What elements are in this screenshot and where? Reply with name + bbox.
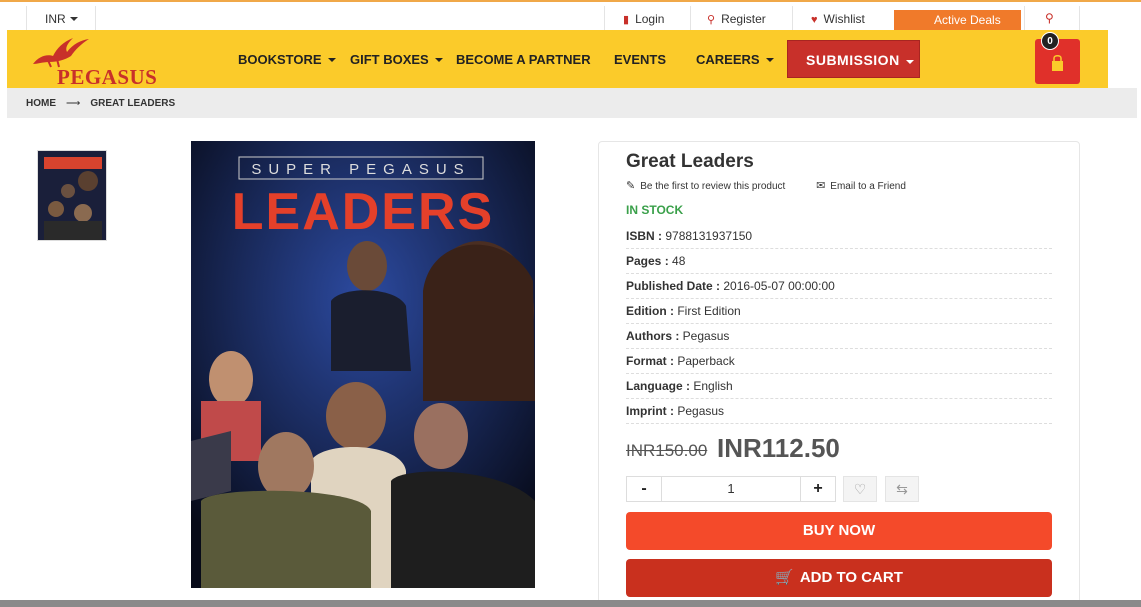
login-link[interactable]: ▮ Login <box>604 6 700 30</box>
cart-icon: 🛒 <box>775 569 794 586</box>
chevron-down-icon <box>434 58 443 62</box>
submission-button[interactable]: SUBMISSION <box>787 40 920 78</box>
main-header: PEGASUS BOOKSTORE GIFT BOXES BECOME A PA… <box>7 30 1108 89</box>
add-to-cart-button[interactable]: 🛒 ADD TO CART <box>626 559 1052 597</box>
old-price: INR150.00 <box>626 441 708 460</box>
search-icon[interactable]: ⚲ <box>1024 6 1080 30</box>
heart-icon: ♥ <box>811 14 818 26</box>
breadcrumb-home[interactable]: HOME <box>26 98 56 109</box>
nav-become-partner-label: BECOME A PARTNER <box>456 52 591 67</box>
attr-language: Language : English <box>626 374 1052 399</box>
review-link-label: Be the first to review this product <box>640 181 786 192</box>
chevron-down-icon <box>905 60 914 64</box>
product-thumbnail[interactable] <box>37 150 107 241</box>
book-cover-thumbnail-image <box>38 151 106 240</box>
cart-count-badge: 0 <box>1041 32 1059 50</box>
attr-pages: Pages : 48 <box>626 249 1052 274</box>
attr-label: Authors : <box>626 329 680 343</box>
book-cover-image: SUPER PEGASUS LEADERS <box>191 141 535 588</box>
wishlist-label: Wishlist <box>823 12 865 26</box>
active-deals-label: Active Deals <box>934 13 1001 27</box>
chevron-down-icon <box>69 17 78 21</box>
attr-published-date: Published Date : 2016-05-07 00:00:00 <box>626 274 1052 299</box>
nav-careers-label: CAREERS <box>696 52 760 67</box>
envelope-icon: ✉ <box>816 180 826 192</box>
attr-label: Imprint : <box>626 404 674 418</box>
heart-outline-icon: ♡ <box>853 481 867 497</box>
attr-value: Paperback <box>677 354 735 368</box>
attr-value[interactable]: Pegasus <box>677 404 724 418</box>
breadcrumb: HOME ⟶ GREAT LEADERS <box>7 88 1137 118</box>
quantity-input[interactable]: 1 <box>662 476 800 502</box>
compare-icon: ⇆ <box>896 481 908 497</box>
attr-edition: Edition : First Edition <box>626 299 1052 324</box>
register-link[interactable]: ⚲ Register <box>690 6 792 30</box>
review-link[interactable]: ✎ Be the first to review this product <box>626 180 799 192</box>
current-price: INR112.50 <box>717 433 840 463</box>
nav-become-partner[interactable]: BECOME A PARTNER <box>456 52 591 67</box>
logo-text: PEGASUS <box>57 65 158 89</box>
chevron-down-icon <box>327 58 336 62</box>
attr-authors: Authors : Pegasus <box>626 324 1052 349</box>
product-title: Great Leaders <box>626 151 754 172</box>
product-links: ✎ Be the first to review this product ✉ Em… <box>626 179 934 192</box>
attr-isbn: ISBN : 9788131937150 <box>626 224 1052 249</box>
lock-icon: ▮ <box>623 14 630 26</box>
key-icon: ⚲ <box>707 14 716 26</box>
arrow-right-icon: ⟶ <box>66 98 81 109</box>
chevron-down-icon <box>765 58 774 62</box>
edit-icon: ✎ <box>626 180 636 192</box>
nav-bookstore-label: BOOKSTORE <box>238 52 322 67</box>
nav-gift-boxes-label: GIFT BOXES <box>350 52 429 67</box>
submission-label: SUBMISSION <box>806 52 900 68</box>
wishlist-link[interactable]: ♥ Wishlist <box>792 6 894 30</box>
currency-select[interactable]: INR <box>26 6 96 30</box>
attr-label: Language : <box>626 379 691 393</box>
nav-bookstore[interactable]: BOOKSTORE <box>238 52 336 67</box>
quantity-increase-button[interactable]: + <box>800 476 836 502</box>
buy-now-button[interactable]: BUY NOW <box>626 512 1052 550</box>
attr-label: Edition : <box>626 304 674 318</box>
nav-events[interactable]: EVENTS <box>614 52 666 67</box>
login-label: Login <box>635 12 665 26</box>
attr-label: Published Date : <box>626 279 721 293</box>
quantity-decrease-button[interactable]: - <box>626 476 662 502</box>
attr-label: ISBN : <box>626 229 662 243</box>
add-to-cart-label: ADD TO CART <box>799 569 903 586</box>
nav-gift-boxes[interactable]: GIFT BOXES <box>350 52 443 67</box>
attr-value: 2016-05-07 00:00:00 <box>723 279 835 293</box>
stock-status: IN STOCK <box>626 203 684 217</box>
attr-imprint: Imprint : Pegasus <box>626 399 1052 424</box>
email-friend-link[interactable]: ✉ Email to a Friend <box>816 180 920 192</box>
attr-value: 48 <box>672 254 686 268</box>
register-label: Register <box>721 12 766 26</box>
product-cover-image: SUPER PEGASUS LEADERS <box>191 141 535 588</box>
compare-button[interactable]: ⇆ <box>885 476 919 502</box>
email-friend-label: Email to a Friend <box>830 181 906 192</box>
attr-value[interactable]: Pegasus <box>683 329 730 343</box>
active-deals-link[interactable]: Active Deals <box>894 10 1021 32</box>
nav-events-label: EVENTS <box>614 52 667 67</box>
attr-label: Format : <box>626 354 674 368</box>
logo[interactable]: PEGASUS <box>27 34 157 89</box>
attr-label: Pages : <box>626 254 669 268</box>
cover-series-text: SUPER PEGASUS <box>251 161 470 178</box>
top-utility-bar: INR ▮ Login ⚲ Register ♥ Wishlist Active De… <box>0 0 1141 32</box>
add-to-wishlist-button[interactable]: ♡ <box>843 476 877 502</box>
breadcrumb-current: GREAT LEADERS <box>90 98 176 109</box>
currency-value: INR <box>45 12 66 26</box>
attr-value: First Edition <box>677 304 741 318</box>
attr-value: English <box>693 379 733 393</box>
nav-careers[interactable]: CAREERS <box>696 52 774 67</box>
cover-title-text: LEADERS <box>232 183 494 241</box>
attr-format: Format : Paperback <box>626 349 1052 374</box>
bottom-strip <box>0 600 1141 607</box>
attr-value: 9788131937150 <box>665 229 753 243</box>
